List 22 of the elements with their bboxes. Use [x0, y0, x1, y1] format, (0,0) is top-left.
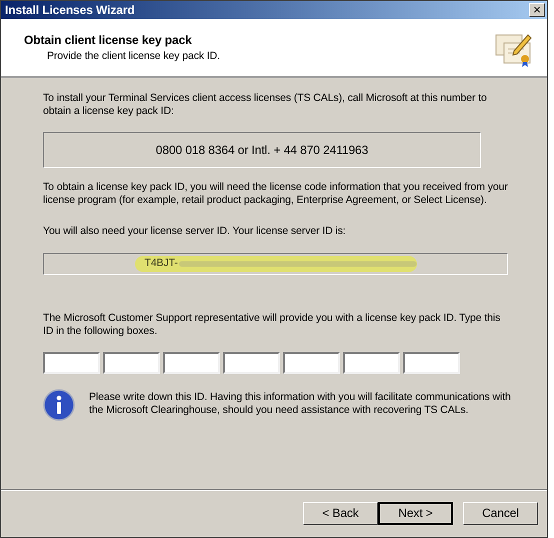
default-button[interactable]: Next > — [378, 502, 453, 524]
page-title: Obtain client license key pack — [24, 32, 193, 49]
key-input-field[interactable] — [163, 352, 220, 374]
note-text: Please write down this ID. Having this information with you will facilitate communications with the Microsoft Clearinghouse, should you need assistance with recovering TS CALs. — [89, 390, 511, 417]
close-button[interactable]: × — [529, 3, 545, 17]
page-subtitle: Provide the client license key pack ID. — [46, 49, 220, 64]
wizard-button[interactable]: < Back — [303, 502, 378, 524]
key-input-field[interactable] — [223, 352, 280, 374]
intro-text: To install your Terminal Services client access licenses (TS CALs), call Microsoft at this number to obtain a license key pack ID: — [43, 92, 488, 118]
key-input-field[interactable] — [103, 352, 160, 374]
license-info-text: To obtain a license key pack ID, you will need the license code information that you received from your license program (for example, retail product packaging, Enterprise Agreement, or Select License). — [43, 181, 509, 207]
key-input-field[interactable] — [343, 352, 400, 374]
server-id-label: You will also need your license server ID. Your license server ID is: — [43, 224, 347, 239]
phone-number-box: 0800 018 8364 or Intl. + 44 870 2411963 — [43, 132, 481, 168]
key-input-field[interactable] — [283, 352, 340, 374]
window-title: Install Licenses Wizard — [5, 2, 135, 19]
server-id-text: T4BJT- — [144, 256, 178, 271]
key-input-field[interactable] — [403, 352, 460, 374]
instructions-text: The Microsoft Customer Support representative will provide you with a license key pack ID. Type this ID in the following boxes. — [43, 312, 502, 338]
wizard-button[interactable]: Cancel — [463, 502, 538, 524]
info-icon — [43, 388, 75, 421]
key-input-field[interactable] — [43, 352, 100, 374]
